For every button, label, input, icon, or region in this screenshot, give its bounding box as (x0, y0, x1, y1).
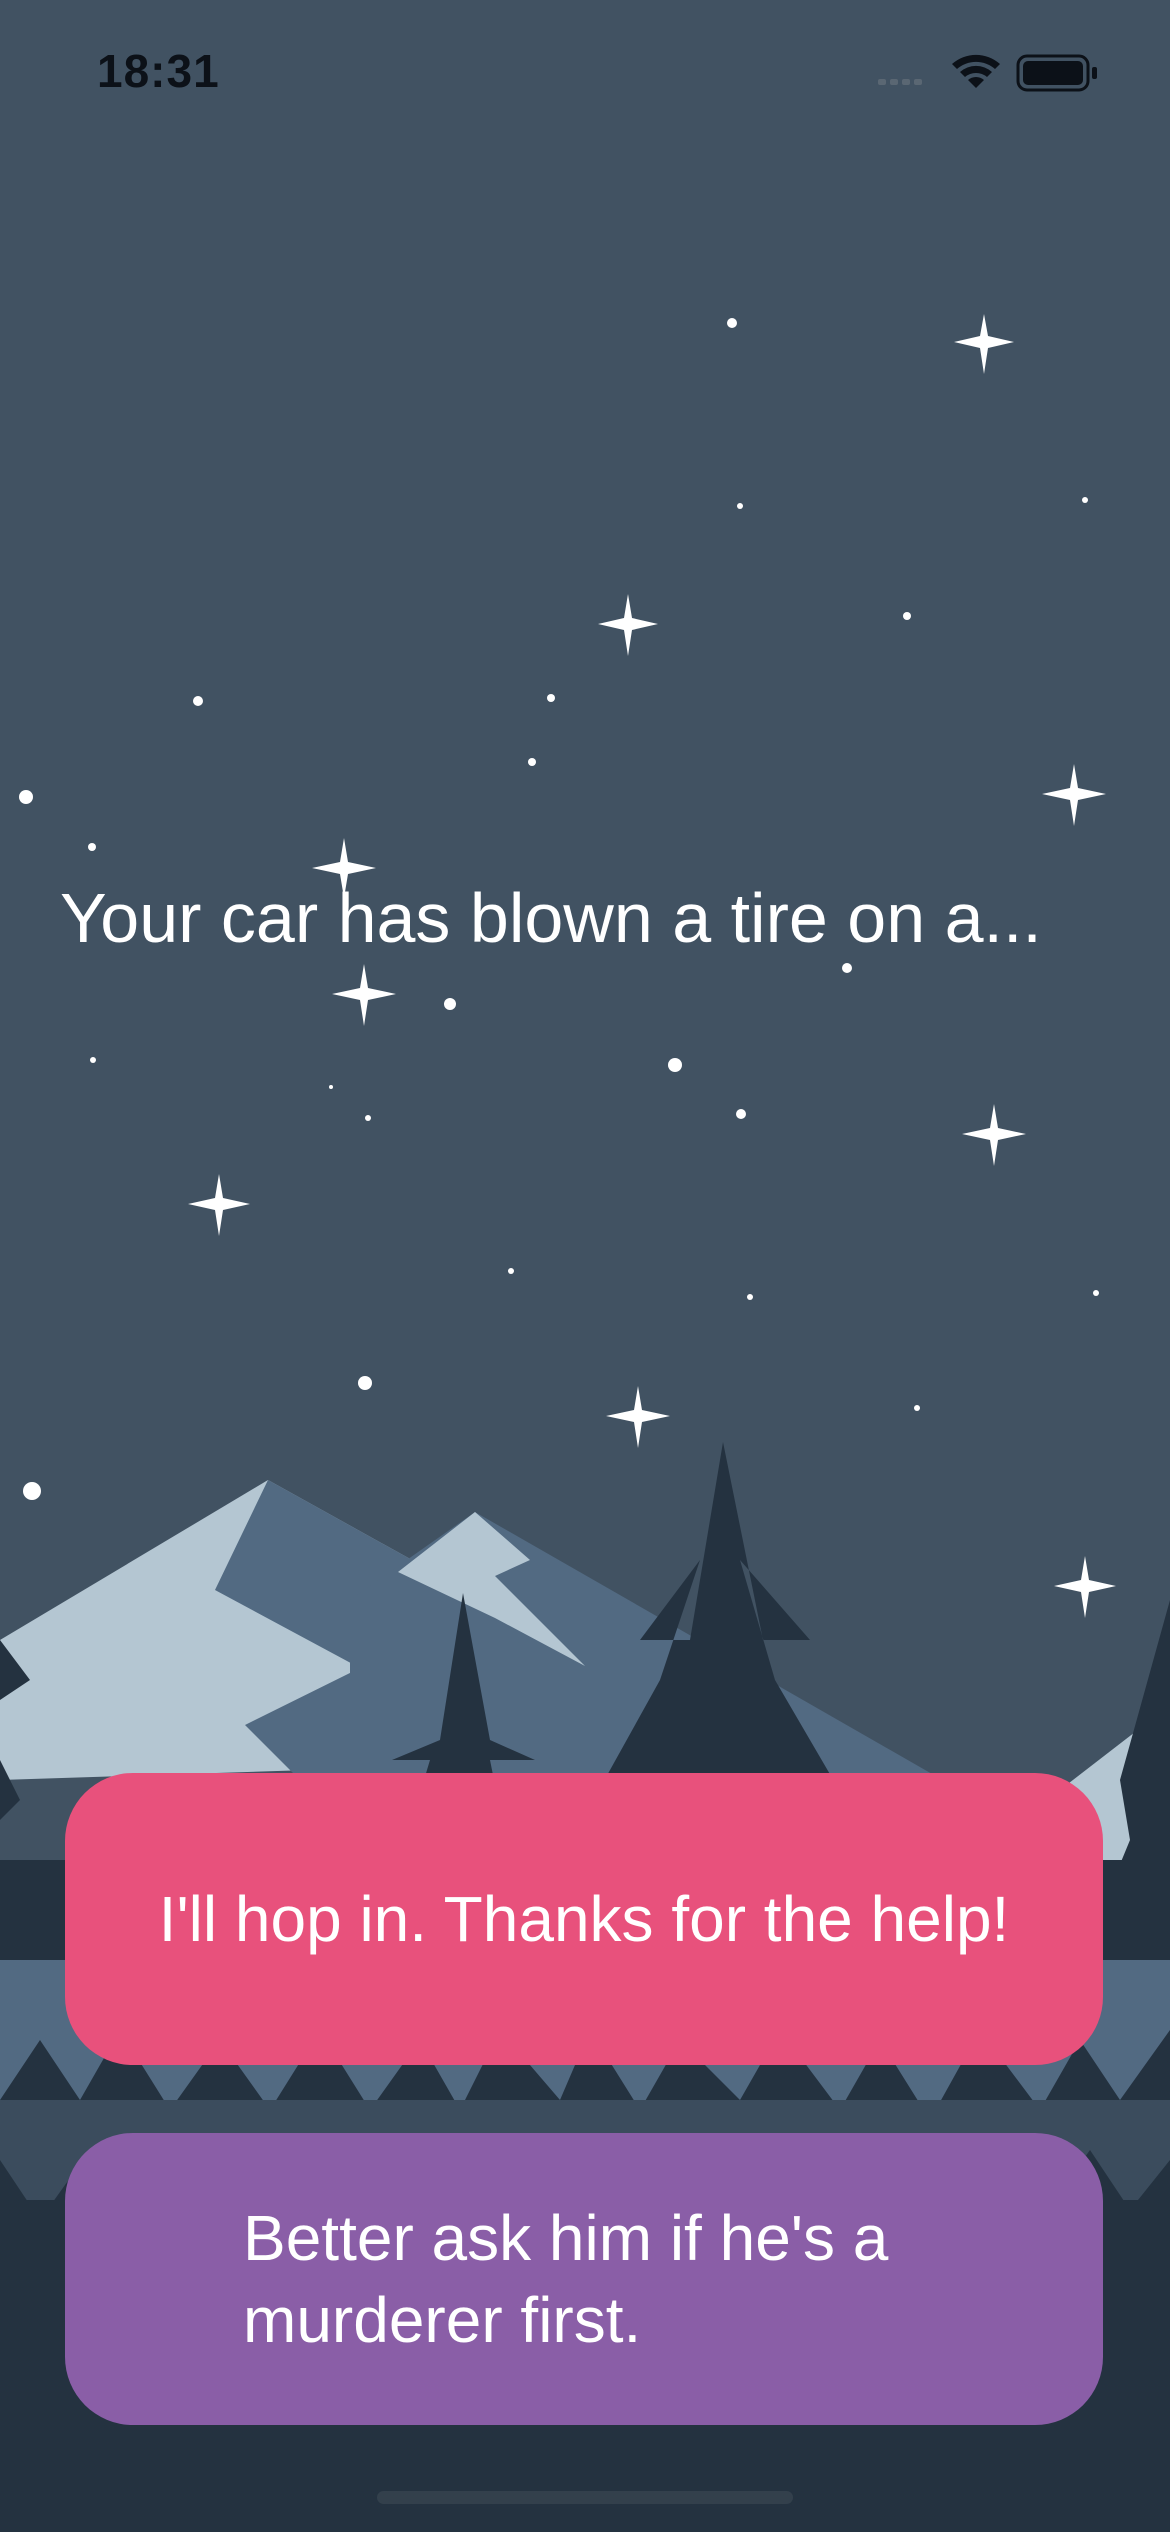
sparkle-star (954, 314, 1014, 374)
status-bar-time: 18:31 (97, 45, 220, 97)
star-dot (737, 503, 743, 509)
wifi-icon (952, 54, 1000, 88)
star-dot (727, 318, 737, 328)
sparkle-star (962, 1104, 1026, 1166)
star-dot (747, 1294, 753, 1300)
star-dot (547, 694, 555, 702)
star-dot (444, 998, 456, 1010)
sparkle-star (332, 964, 396, 1026)
choice-button-hop-in[interactable]: I'll hop in. Thanks for the help! (65, 1773, 1103, 2065)
star-dot (842, 963, 852, 973)
story-prompt: Your car has blown a tire on a... (60, 879, 1042, 957)
battery-icon (1016, 54, 1097, 92)
star-dot (88, 843, 96, 851)
star-dot (528, 758, 536, 766)
star-dot (358, 1376, 372, 1390)
choice-label: Better ask him if he's a murderer first. (243, 2202, 889, 2356)
star-dot (1082, 497, 1088, 503)
choice-label: I'll hop in. Thanks for the help! (158, 1883, 1010, 1955)
sparkle-star (188, 1174, 250, 1236)
choice-button-ask-murderer[interactable]: Better ask him if he's a murderer first. (65, 2133, 1103, 2425)
star-dot (668, 1058, 682, 1072)
sparkle-star (598, 594, 658, 656)
star-dot (903, 612, 911, 620)
sparkle-star (1042, 764, 1106, 826)
star-dot (508, 1268, 514, 1274)
star-dot (736, 1109, 746, 1119)
star-dot (365, 1115, 371, 1121)
sparkle-star (1054, 1556, 1116, 1618)
star-dot (23, 1482, 41, 1500)
star-dot (90, 1057, 96, 1063)
game-screen: 18:31 Your car has blown a tire on a... … (0, 0, 1170, 2532)
status-bar-icons (878, 54, 1097, 92)
star-dot (193, 696, 203, 706)
sparkle-star (606, 1386, 670, 1448)
home-indicator[interactable] (377, 2491, 793, 2504)
star-dot (1093, 1290, 1099, 1296)
star-dot (329, 1085, 333, 1089)
star-dot (914, 1405, 920, 1411)
star-dot (19, 790, 33, 804)
cellular-signal-icon (878, 79, 922, 85)
